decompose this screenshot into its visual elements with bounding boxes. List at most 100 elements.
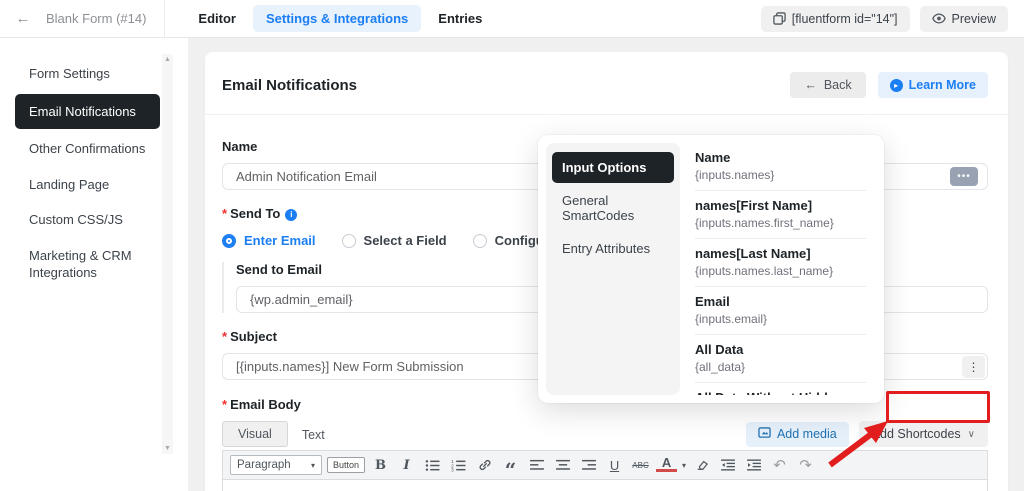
editor-tab-text[interactable]: Text bbox=[288, 423, 339, 447]
redo-icon[interactable]: ↷ bbox=[795, 455, 816, 475]
sidebar-item-email-notifications[interactable]: Email Notifications bbox=[15, 93, 160, 130]
smartcodes-tabs: Input Options General SmartCodes Entry A… bbox=[546, 143, 680, 395]
italic-icon[interactable]: I bbox=[396, 455, 417, 475]
top-bar: ← Blank Form (#14) Editor Settings & Int… bbox=[0, 0, 1024, 38]
smartcode-item-last-name[interactable]: names[Last Name] {inputs.names.last_name… bbox=[695, 239, 866, 287]
smartcode-title: Name bbox=[695, 150, 731, 165]
align-right-icon[interactable] bbox=[578, 455, 599, 475]
radio-icon bbox=[472, 233, 487, 248]
email-body-label: Email Body bbox=[230, 397, 301, 412]
required-asterisk: * bbox=[222, 206, 228, 221]
required-asterisk: * bbox=[222, 329, 228, 344]
top-bar-left: ← Blank Form (#14) Editor Settings & Int… bbox=[0, 0, 499, 38]
panel-header-actions: ← Back ▸ Learn More bbox=[790, 72, 988, 98]
editor-tab-visual[interactable]: Visual bbox=[222, 421, 288, 447]
smartcode-title: Email bbox=[695, 294, 730, 309]
clear-formatting-icon[interactable] bbox=[691, 455, 712, 475]
panel-header: Email Notifications ← Back ▸ Learn More bbox=[205, 52, 1008, 115]
editor-toolbar: Paragraph ▾ Button B I 123 “ U ABC A ▾ ↶… bbox=[223, 451, 987, 480]
add-shortcodes-label: Add Shortcodes bbox=[871, 427, 961, 441]
underline-icon[interactable]: U bbox=[604, 455, 625, 475]
popup-tab-entry-attributes[interactable]: Entry Attributes bbox=[552, 233, 674, 264]
smartcode-code: {inputs.names.last_name} bbox=[695, 264, 834, 278]
radio-enter-email[interactable]: Enter Email bbox=[222, 233, 316, 248]
eye-icon bbox=[931, 13, 946, 24]
caret-down-icon[interactable]: ▾ bbox=[682, 461, 686, 470]
required-asterisk: * bbox=[222, 397, 228, 412]
smartcode-title: names[First Name] bbox=[695, 198, 813, 213]
scroll-down-icon[interactable]: ▼ bbox=[162, 445, 173, 452]
smartcode-code: {inputs.names} bbox=[695, 168, 775, 182]
link-icon[interactable] bbox=[474, 455, 495, 475]
numbered-list-icon[interactable]: 123 bbox=[448, 455, 469, 475]
bold-icon[interactable]: B bbox=[370, 455, 391, 475]
smartcodes-popup: Input Options General SmartCodes Entry A… bbox=[538, 135, 884, 403]
tab-editor[interactable]: Editor bbox=[185, 5, 249, 32]
fluent-forms-settings-page: ← Blank Form (#14) Editor Settings & Int… bbox=[0, 0, 1024, 491]
smartcode-ellipsis-button[interactable]: ••• bbox=[950, 167, 978, 186]
sidebar-item-other-confirmations[interactable]: Other Confirmations bbox=[0, 131, 188, 167]
smartcode-item-all-data[interactable]: All Data {all_data} bbox=[695, 335, 866, 383]
add-media-label: Add media bbox=[776, 427, 837, 441]
radio-selected-icon bbox=[222, 233, 236, 248]
radio-select-a-field[interactable]: Select a Field bbox=[341, 233, 447, 248]
shortcode-copy-button[interactable]: [fluentform id="14"] bbox=[760, 5, 910, 32]
smartcode-item-email[interactable]: Email {inputs.email} bbox=[695, 287, 866, 335]
back-button[interactable]: ← Back bbox=[790, 72, 866, 98]
blockquote-icon[interactable]: “ bbox=[500, 455, 521, 480]
popup-tab-general-smartcodes[interactable]: General SmartCodes bbox=[552, 185, 674, 231]
smartcode-title: All Data bbox=[695, 342, 744, 357]
chevron-down-icon: ∨ bbox=[967, 428, 975, 440]
send-to-label: Send To bbox=[230, 206, 281, 221]
text-color-icon[interactable]: A bbox=[656, 456, 678, 472]
tab-settings-integrations[interactable]: Settings & Integrations bbox=[252, 5, 422, 32]
play-circle-icon: ▸ bbox=[889, 78, 903, 92]
align-center-icon[interactable] bbox=[552, 455, 573, 475]
settings-sidebar: Form Settings Email Notifications Other … bbox=[0, 38, 188, 491]
add-media-button[interactable]: Add media bbox=[745, 421, 849, 447]
back-label: Back bbox=[823, 78, 852, 92]
preview-button[interactable]: Preview bbox=[919, 5, 1008, 32]
indent-icon[interactable] bbox=[743, 455, 764, 475]
sidebar-item-form-settings[interactable]: Form Settings bbox=[0, 56, 188, 92]
scroll-up-icon[interactable]: ▲ bbox=[162, 56, 173, 63]
radio-icon bbox=[341, 233, 356, 248]
top-bar-right: [fluentform id="14"] Preview bbox=[760, 5, 1024, 32]
add-shortcodes-button[interactable]: Add Shortcodes ∨ bbox=[858, 421, 988, 447]
align-left-icon[interactable] bbox=[526, 455, 547, 475]
strikethrough-icon[interactable]: ABC bbox=[630, 455, 651, 475]
outdent-icon[interactable] bbox=[717, 455, 738, 475]
tab-entries[interactable]: Entries bbox=[425, 5, 495, 32]
kebab-menu-button[interactable]: ⋮ bbox=[962, 356, 985, 378]
smartcode-code: {inputs.names.first_name} bbox=[695, 216, 834, 230]
smartcode-item-first-name[interactable]: names[First Name] {inputs.names.first_na… bbox=[695, 191, 866, 239]
paragraph-select[interactable]: Paragraph ▾ bbox=[230, 455, 322, 475]
info-icon[interactable]: i bbox=[285, 208, 298, 221]
smartcode-title: names[Last Name] bbox=[695, 246, 811, 261]
sidebar-item-marketing-crm[interactable]: Marketing & CRM Integrations bbox=[0, 238, 160, 291]
shortcode-label: [fluentform id="14"] bbox=[791, 11, 898, 26]
back-arrow-icon[interactable]: ← bbox=[0, 10, 46, 27]
back-arrow-icon: ← bbox=[804, 78, 817, 92]
sidebar-scrollbar[interactable]: ▲ ▼ bbox=[162, 54, 173, 454]
caret-down-icon: ▾ bbox=[310, 460, 315, 470]
smartcode-item-all-data-no-hidden[interactable]: All Data Without Hidden Fields {all_data… bbox=[695, 383, 866, 395]
popup-tab-input-options[interactable]: Input Options bbox=[552, 152, 674, 183]
learn-more-button[interactable]: ▸ Learn More bbox=[877, 72, 988, 98]
preview-label: Preview bbox=[951, 11, 996, 26]
sidebar-item-landing-page[interactable]: Landing Page bbox=[0, 167, 188, 203]
editor-actions: Add media Add Shortcodes ∨ bbox=[745, 421, 988, 447]
undo-icon[interactable]: ↶ bbox=[769, 455, 790, 475]
panel-title: Email Notifications bbox=[222, 76, 358, 94]
sidebar-item-custom-css-js[interactable]: Custom CSS/JS bbox=[0, 202, 188, 238]
smartcode-item-name[interactable]: Name {inputs.names} bbox=[695, 143, 866, 191]
smartcode-code: {all_data} bbox=[695, 360, 746, 374]
email-body-editor: Paragraph ▾ Button B I 123 “ U ABC A ▾ ↶… bbox=[222, 450, 988, 491]
insert-button-button[interactable]: Button bbox=[327, 457, 366, 473]
radio-label: Select a Field bbox=[363, 233, 447, 248]
learn-more-label: Learn More bbox=[908, 78, 976, 92]
subject-label: Subject bbox=[230, 329, 278, 344]
radio-label: Enter Email bbox=[244, 233, 316, 248]
editor-content-area[interactable]: {all_data} bbox=[223, 480, 987, 491]
bullet-list-icon[interactable] bbox=[422, 455, 443, 475]
